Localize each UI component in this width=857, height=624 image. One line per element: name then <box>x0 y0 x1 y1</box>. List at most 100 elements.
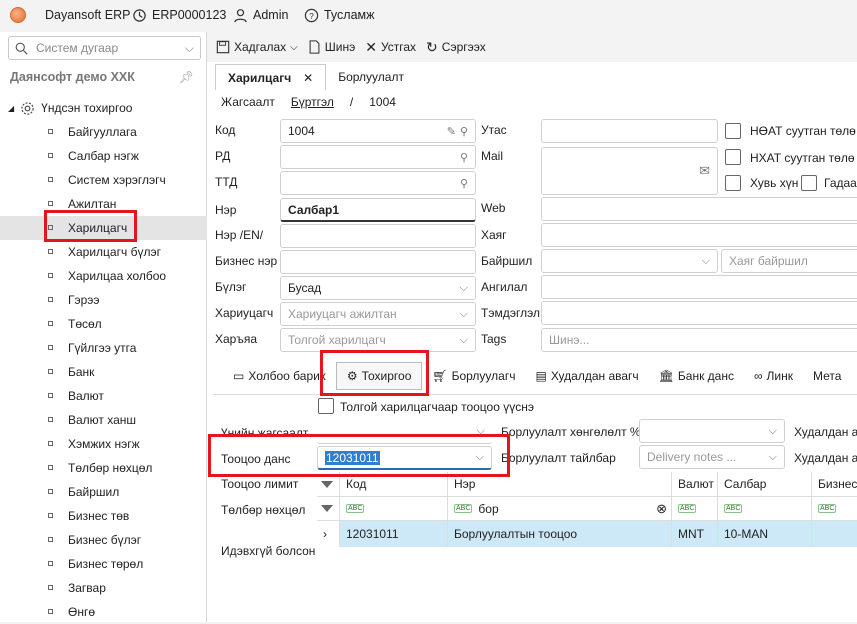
help-button[interactable]: ? Тусламж <box>304 0 375 30</box>
collapse-icon[interactable]: ◢ <box>8 104 14 113</box>
phone-field[interactable] <box>541 119 718 143</box>
tab-meta[interactable]: Мета <box>803 362 851 390</box>
location-address-field[interactable]: Хаяг байршил <box>721 249 857 273</box>
save-button[interactable]: Хадгалах ⌵ <box>213 40 301 54</box>
sidebar-item[interactable]: Валют <box>0 384 207 408</box>
category-field[interactable] <box>541 275 857 299</box>
tab-sales[interactable]: Борлуулалт <box>326 64 416 90</box>
sales-discount-select[interactable]: ⌵ <box>639 419 785 443</box>
title-bar: Dayansoft ERP ERP0000123 Admin ? Тусламж <box>0 0 857 32</box>
sidebar-item[interactable]: Валют ханш <box>0 408 207 432</box>
tab-sellers[interactable]: 🛒︎ Борлуулагч <box>422 362 525 390</box>
name-field[interactable]: Салбар1 <box>280 198 476 222</box>
chevron-down-icon[interactable]: ⌵ <box>769 425 777 438</box>
search-icon[interactable]: ⚲ <box>460 177 468 190</box>
pin-icon[interactable]: 📌︎ <box>179 70 194 84</box>
sidebar-item[interactable]: Гэрээ <box>0 288 207 312</box>
sidebar-item[interactable]: Бизнес бүлэг <box>0 528 207 552</box>
breadcrumb-register-link[interactable]: Бүртгэл <box>291 95 334 109</box>
sidebar-item[interactable]: Харилцагч бүлэг <box>0 240 207 264</box>
tab-contacts[interactable]: ▭ Холбоо барих <box>223 362 336 390</box>
tags-label: Tags <box>481 332 507 346</box>
mail-field[interactable]: ✉ <box>541 147 718 195</box>
sidebar-item[interactable]: Байршил <box>0 480 207 504</box>
head-customer-checkbox[interactable] <box>318 398 334 414</box>
new-button[interactable]: Шинэ <box>305 40 358 54</box>
sidebar-item[interactable]: Бизнес төв <box>0 504 207 528</box>
tab-links[interactable]: ∞ Линк <box>744 362 803 390</box>
column-header-currency[interactable]: Валют <box>672 472 718 496</box>
table-row[interactable]: › 12031011 Борлуулалтын тооцоо MNT 10-MA… <box>317 521 857 547</box>
sidebar-item[interactable]: Загвар <box>0 576 207 600</box>
filter-currency[interactable]: ABC <box>672 497 718 520</box>
location-label: Байршил <box>481 254 533 268</box>
document-tabs: Харилцагч ✕ Борлуулалт <box>215 64 416 90</box>
search-icon[interactable]: ⚲ <box>460 125 468 138</box>
edit-icon[interactable]: ✎ <box>447 125 456 138</box>
nhat-checkbox[interactable] <box>725 149 741 165</box>
filter-branch[interactable]: ABC <box>718 497 812 520</box>
system-search-input[interactable]: Систем дугаар ⌵ <box>8 36 201 60</box>
close-icon[interactable]: ✕ <box>303 71 313 85</box>
ttd-label: ТТД <box>215 175 238 189</box>
vat-checkbox[interactable] <box>725 123 741 139</box>
user-menu[interactable]: Admin <box>233 0 288 30</box>
business-name-field[interactable] <box>280 250 476 274</box>
sales-note-field[interactable]: Delivery notes ... ⌵ <box>639 445 785 469</box>
filter-name[interactable]: ABC бор ⊗ <box>448 497 672 520</box>
note-field[interactable] <box>541 301 857 325</box>
code-field[interactable]: 1004 ✎ ⚲ <box>280 119 476 143</box>
tab-bank-accounts[interactable]: 🏛︎ Банк данс <box>649 362 744 390</box>
sidebar-item[interactable]: Төлбөр нөхцөл <box>0 456 207 480</box>
filter-business[interactable]: ABC <box>812 497 857 520</box>
sidebar-item[interactable]: Банк <box>0 360 207 384</box>
chevron-down-icon[interactable]: ⌵ <box>185 41 194 56</box>
sidebar-item[interactable]: Байгууллага <box>0 120 207 144</box>
chevron-down-icon[interactable]: ⌵ <box>460 308 468 321</box>
sidebar-item[interactable]: Төсөл <box>0 312 207 336</box>
sidebar-item[interactable]: Бизнес төрөл <box>0 552 207 576</box>
column-header-branch[interactable]: Салбар <box>718 472 812 496</box>
chevron-down-icon[interactable]: ⌵ <box>460 334 468 347</box>
chevron-down-icon[interactable]: ⌵ <box>290 42 298 53</box>
new-document-icon <box>309 40 320 54</box>
chevron-down-icon[interactable]: ⌵ <box>702 255 710 268</box>
expand-row-icon[interactable]: › <box>317 521 340 547</box>
location-select[interactable]: ⌵ <box>541 249 718 273</box>
tab-buyers[interactable]: ▤ Худалдан авагч <box>525 362 648 390</box>
belongs-select[interactable]: Толгой харилцагч ⌵ <box>280 328 476 352</box>
tree-root-settings[interactable]: ◢ Үндсэн тохиргоо <box>0 96 207 120</box>
filter-code[interactable]: ABC <box>340 497 448 520</box>
sidebar-item[interactable]: Систем хэрэглэгч <box>0 168 207 192</box>
address-field[interactable] <box>541 223 857 247</box>
filter-funnel-icon[interactable] <box>317 497 340 520</box>
web-field[interactable] <box>541 197 857 221</box>
mail-icon[interactable]: ✉ <box>699 163 710 179</box>
sidebar-item[interactable]: Гүйлгээ утга <box>0 336 207 360</box>
tags-field[interactable]: Шинэ... <box>541 328 857 352</box>
ttd-field[interactable]: ⚲ <box>280 171 476 195</box>
document-code[interactable]: ERP0000123 <box>132 0 226 30</box>
tab-customer[interactable]: Харилцагч ✕ <box>215 64 327 90</box>
clear-filter-icon[interactable]: ⊗ <box>656 501 667 517</box>
sidebar-item[interactable]: Харилцаа холбоо <box>0 264 207 288</box>
sidebar-item[interactable]: Өнгө <box>0 600 207 624</box>
app-menu[interactable]: Dayansoft ERP <box>10 0 130 30</box>
delete-button[interactable]: ✕ Устгах <box>362 39 419 56</box>
breadcrumb-list-link[interactable]: Жагсаалт <box>221 95 275 109</box>
refresh-button[interactable]: ↻ Сэргээх <box>423 39 489 56</box>
individual-checkbox[interactable] <box>725 175 741 191</box>
gear-icon <box>21 101 34 115</box>
chevron-down-icon[interactable]: ⌵ <box>769 451 777 464</box>
foreign-checkbox[interactable] <box>801 175 817 191</box>
name-en-field[interactable] <box>280 224 476 248</box>
sidebar-item[interactable]: Хэмжих нэгж <box>0 432 207 456</box>
responsible-select[interactable]: Хариуцагч ажилтан ⌵ <box>280 302 476 326</box>
purchase-label-1: Худалдан ав <box>794 425 857 439</box>
group-select[interactable]: Бусад ⌵ <box>280 276 476 300</box>
search-icon[interactable]: ⚲ <box>460 151 468 164</box>
column-header-business[interactable]: Бизнес <box>812 472 857 496</box>
sidebar-item[interactable]: Салбар нэгж <box>0 144 207 168</box>
rd-field[interactable]: ⚲ <box>280 145 476 169</box>
chevron-down-icon[interactable]: ⌵ <box>460 282 468 295</box>
